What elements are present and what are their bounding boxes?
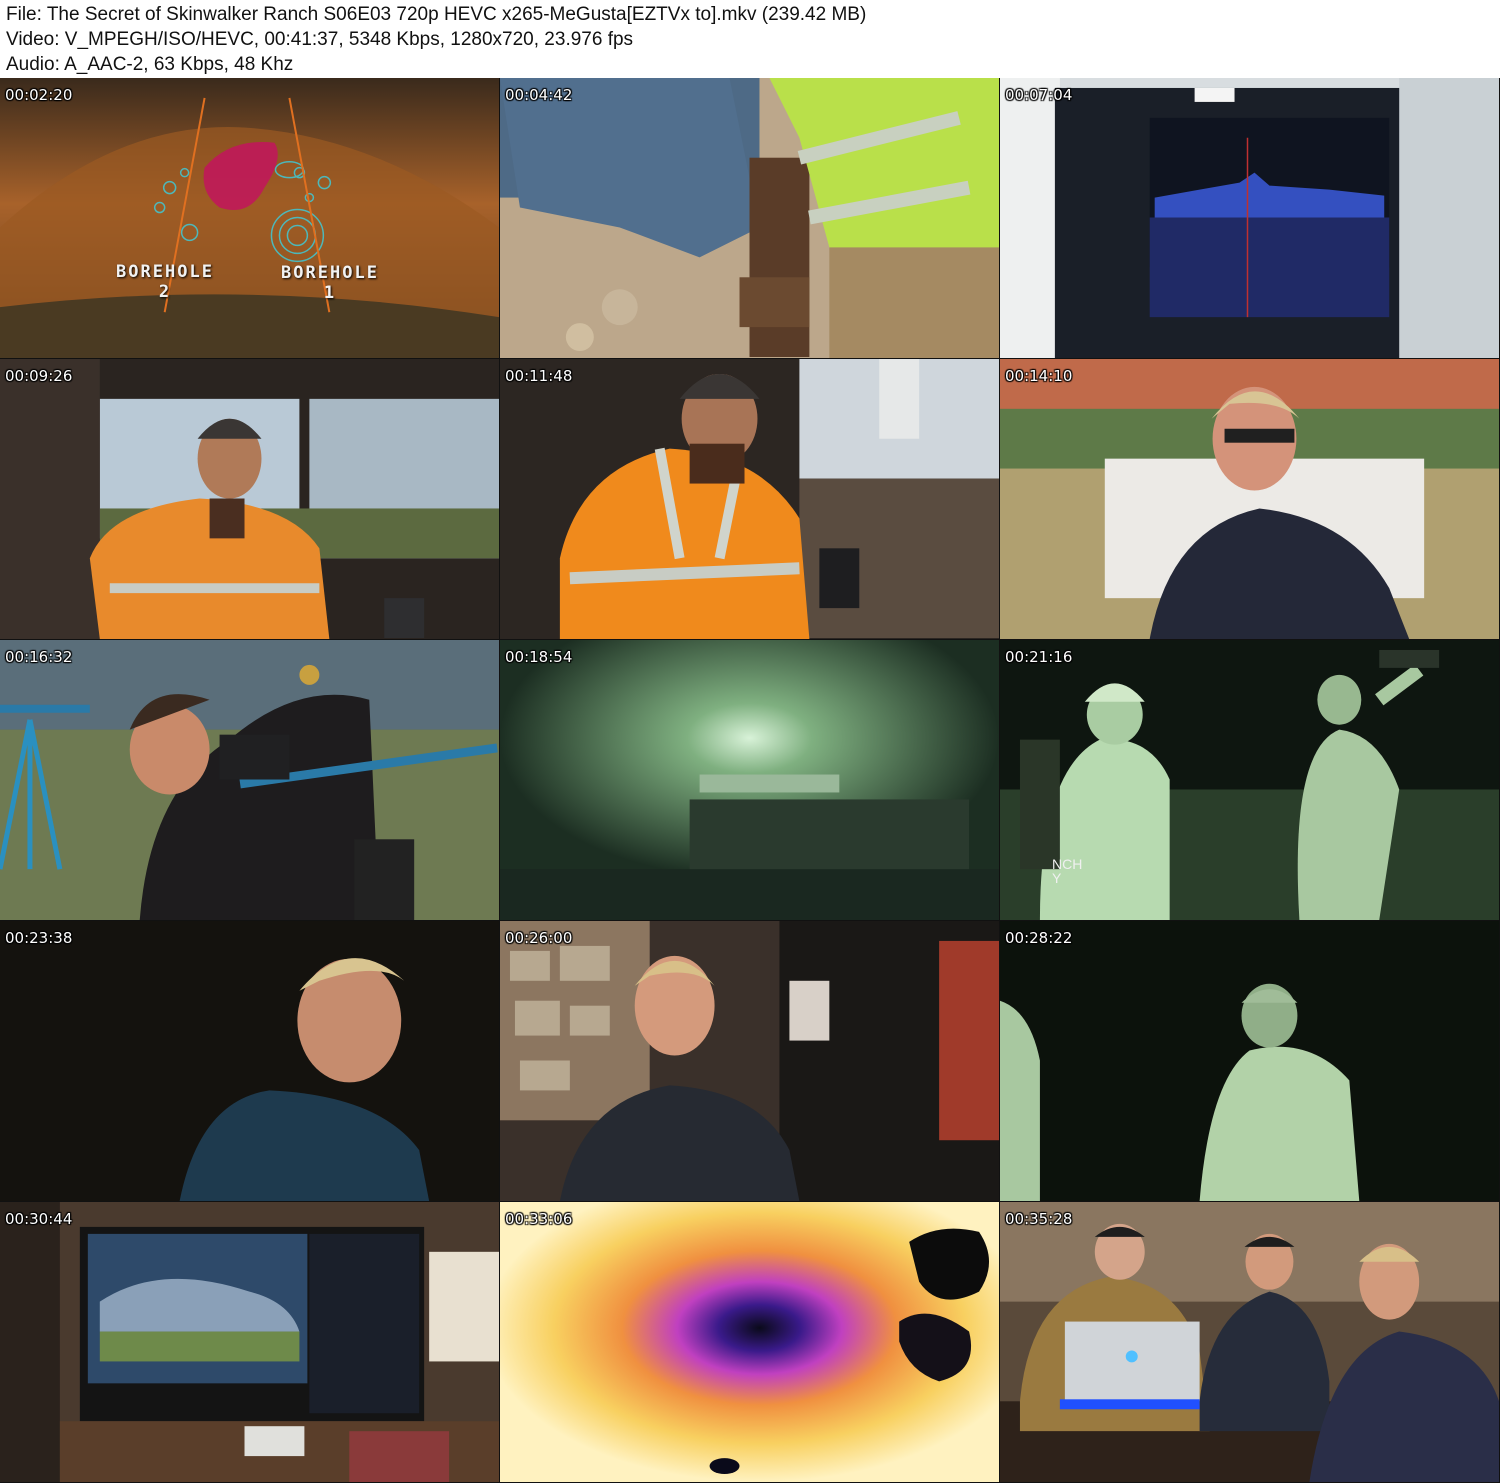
- thumbnail-11[interactable]: 00:26:00: [500, 921, 1000, 1202]
- timestamp: 00:28:22: [1005, 929, 1073, 947]
- timestamp: 00:04:42: [505, 86, 573, 104]
- thumbnail-image: [500, 921, 999, 1201]
- thumbnail-image: [500, 78, 999, 358]
- timestamp: 00:18:54: [505, 648, 573, 666]
- thumbnail-7[interactable]: 00:16:32: [0, 640, 500, 921]
- borehole-2-label: BOREHOLE 2: [116, 262, 214, 302]
- timestamp: 00:02:20: [5, 86, 73, 104]
- thumbnail-image: [1000, 78, 1499, 358]
- timestamp: 00:21:16: [1005, 648, 1073, 666]
- thumbnail-image: [0, 359, 499, 639]
- timestamp: 00:09:26: [5, 367, 73, 385]
- thumbnail-6[interactable]: 00:14:10: [1000, 359, 1500, 640]
- thumbnail-13[interactable]: 00:30:44: [0, 1202, 500, 1483]
- thumbnail-10[interactable]: 00:23:38: [0, 921, 500, 1202]
- thumbnail-image: [1000, 921, 1499, 1201]
- thumbnail-3[interactable]: 00:07:04: [1000, 78, 1500, 359]
- timestamp: 00:16:32: [5, 648, 73, 666]
- thumbnail-image: [1000, 359, 1499, 639]
- thumbnail-5[interactable]: 00:11:48: [500, 359, 1000, 640]
- thumbnail-image: [0, 78, 499, 358]
- timestamp: 00:23:38: [5, 929, 73, 947]
- thumbnail-image: [1000, 1202, 1499, 1482]
- timestamp: 00:30:44: [5, 1210, 73, 1228]
- thumbnail-image: [500, 640, 999, 920]
- thumbnail-1[interactable]: 00:02:20 BOREHOLE 2 BOREHOLE 1: [0, 78, 500, 359]
- info-header: File: The Secret of Skinwalker Ranch S06…: [0, 0, 1500, 78]
- timestamp: 00:26:00: [505, 929, 573, 947]
- thumbnail-15[interactable]: 00:35:28: [1000, 1202, 1500, 1483]
- thumbnail-9[interactable]: 00:21:16 NCH Y: [1000, 640, 1500, 921]
- file-info: File: The Secret of Skinwalker Ranch S06…: [6, 4, 867, 25]
- timestamp: 00:14:10: [1005, 367, 1073, 385]
- thumbnail-image: [0, 640, 499, 920]
- thumbnail-image: [0, 1202, 499, 1482]
- timestamp: 00:07:04: [1005, 86, 1073, 104]
- borehole-1-label: BOREHOLE 1: [281, 263, 379, 303]
- video-info: Video: V_MPEGH/ISO/HEVC, 00:41:37, 5348 …: [6, 29, 634, 50]
- thumbnail-8[interactable]: 00:18:54: [500, 640, 1000, 921]
- timestamp: 00:35:28: [1005, 1210, 1073, 1228]
- thumbnail-4[interactable]: 00:09:26: [0, 359, 500, 640]
- thumbnail-2[interactable]: 00:04:42: [500, 78, 1000, 359]
- timestamp: 00:33:06: [505, 1210, 573, 1228]
- thumbnail-image: [0, 921, 499, 1201]
- thumbnail-12[interactable]: 00:28:22: [1000, 921, 1500, 1202]
- thumbnail-image: [500, 1202, 999, 1482]
- audio-info: Audio: A_AAC-2, 63 Kbps, 48 Khz: [6, 54, 294, 75]
- partial-caption: NCH Y: [1052, 856, 1083, 886]
- timestamp: 00:11:48: [505, 367, 573, 385]
- thumbnail-grid: 00:02:20 BOREHOLE 2 BOREHOLE 1 00:04:42: [0, 78, 1500, 1483]
- thumbnail-image: [500, 359, 999, 639]
- thumbnail-14[interactable]: 00:33:06: [500, 1202, 1000, 1483]
